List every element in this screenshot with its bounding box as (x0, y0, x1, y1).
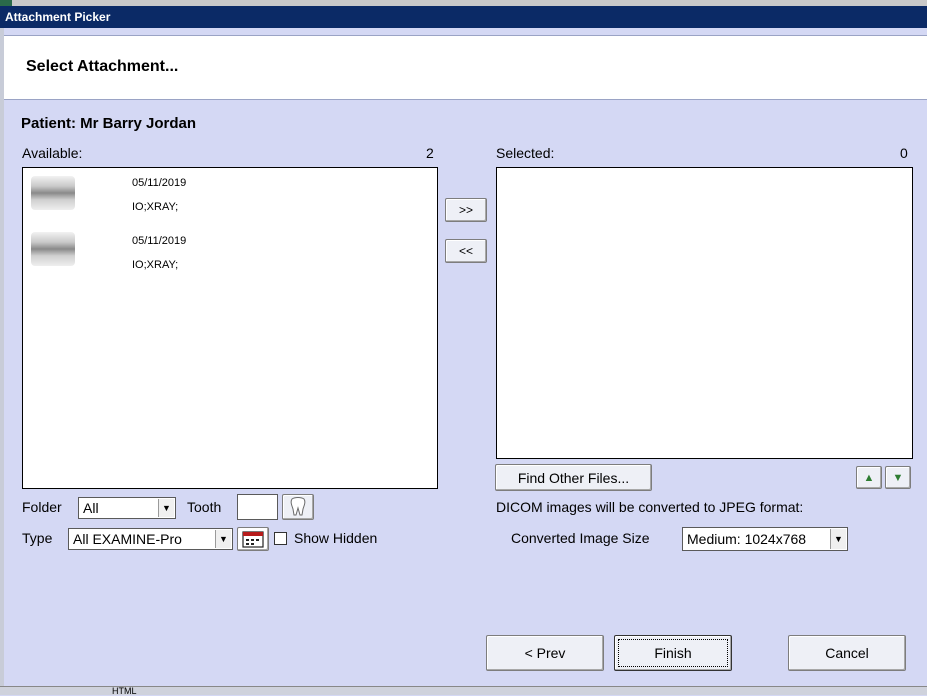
type-select-value: All EXAMINE-Pro (73, 531, 182, 547)
dialog-header: Select Attachment... (4, 35, 927, 100)
tooth-input[interactable] (237, 494, 278, 520)
chevron-down-icon: ▼ (158, 499, 174, 517)
window-title: Attachment Picker (5, 10, 111, 24)
calendar-button[interactable] (237, 527, 269, 551)
move-down-button[interactable]: ▼ (885, 466, 911, 489)
find-other-files-button[interactable]: Find Other Files... (495, 464, 652, 491)
tooth-label: Tooth (187, 499, 222, 515)
folder-select[interactable]: All ▼ (78, 497, 176, 519)
image-size-value: Medium: 1024x768 (687, 531, 807, 547)
list-item[interactable]: 05/11/2019 IO;XRAY; (31, 232, 431, 276)
finish-button[interactable]: Finish (614, 635, 732, 671)
list-item[interactable]: 05/11/2019 IO;XRAY; (31, 176, 431, 220)
prev-button[interactable]: < Prev (486, 635, 604, 671)
tooth-chart-button[interactable] (282, 494, 314, 520)
show-hidden-checkbox[interactable] (274, 532, 287, 545)
add-selected-button[interactable]: >> (445, 198, 487, 222)
arrow-down-icon: ▼ (892, 471, 904, 484)
type-label: Type (22, 530, 53, 546)
item-date: 05/11/2019 (132, 177, 187, 189)
selected-label: Selected: (496, 145, 555, 161)
xray-thumbnail (31, 232, 75, 266)
xray-thumbnail (31, 176, 75, 210)
show-hidden-label: Show Hidden (294, 530, 378, 546)
item-tags: IO;XRAY; (132, 259, 179, 271)
chevron-down-icon: ▼ (215, 530, 231, 548)
image-size-label: Converted Image Size (511, 530, 650, 546)
patient-name: Patient: Mr Barry Jordan (21, 115, 197, 132)
dicom-conversion-note: DICOM images will be converted to JPEG f… (496, 499, 804, 515)
move-up-button[interactable]: ▲ (856, 466, 882, 489)
folder-select-value: All (83, 500, 99, 516)
available-list[interactable]: 05/11/2019 IO;XRAY; 05/11/2019 IO;XRAY; (22, 167, 438, 489)
taskbar: HTML (0, 686, 927, 696)
arrow-up-icon: ▲ (863, 471, 875, 484)
type-select[interactable]: All EXAMINE-Pro ▼ (68, 528, 233, 550)
item-tags: IO;XRAY; (132, 201, 179, 213)
available-count: 2 (426, 145, 434, 161)
item-date: 05/11/2019 (132, 235, 187, 247)
chevron-down-icon: ▼ (830, 529, 846, 549)
available-label: Available: (22, 145, 83, 161)
dialog-heading: Select Attachment... (26, 58, 179, 75)
window-titlebar: Attachment Picker (0, 6, 927, 28)
cancel-button[interactable]: Cancel (788, 635, 906, 671)
selected-count: 0 (900, 145, 908, 161)
folder-label: Folder (22, 499, 62, 515)
selected-list[interactable] (496, 167, 913, 459)
calendar-icon (242, 531, 264, 548)
image-size-select[interactable]: Medium: 1024x768 ▼ (682, 527, 848, 551)
remove-selected-button[interactable]: << (445, 239, 487, 263)
window-left-edge (0, 28, 4, 688)
tooth-icon (290, 497, 306, 516)
